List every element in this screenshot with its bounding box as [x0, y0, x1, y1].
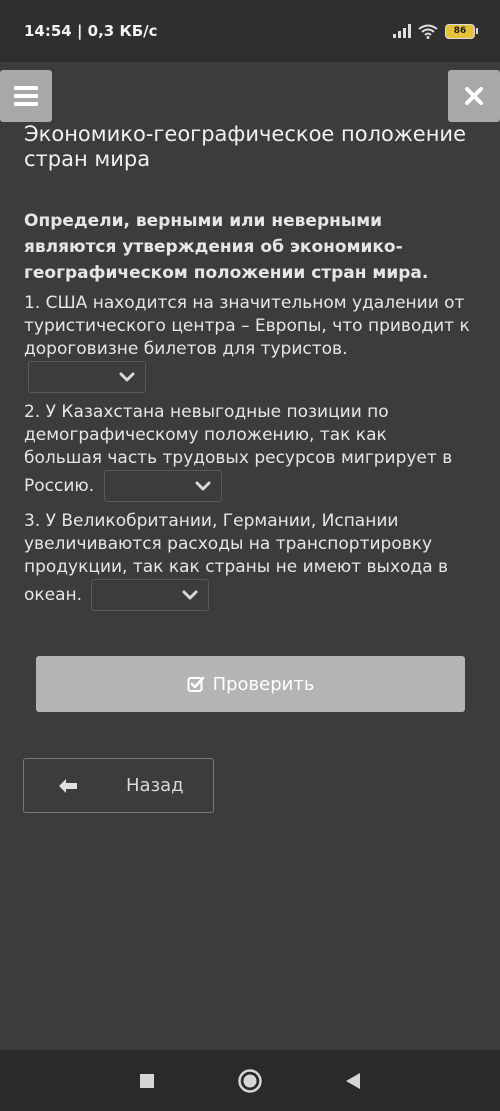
hamburger-icon	[14, 86, 38, 106]
statement-text: 2. У Казахстана невыгодные позиции по де…	[24, 402, 453, 496]
task-content: Определи, верными или неверными являются…	[24, 208, 470, 619]
statement-text: 1. США находится на значительном удалени…	[24, 293, 470, 359]
recents-icon[interactable]	[139, 1073, 155, 1089]
checkbox-check-icon	[187, 676, 204, 692]
battery-icon: 86	[445, 23, 475, 39]
back-button[interactable]: Назад	[23, 758, 214, 813]
statement-text: 3. У Великобритании, Германии, Испании у…	[24, 511, 449, 605]
statement-2: 2. У Казахстана невыгодные позиции по де…	[24, 401, 470, 502]
statement-3: 3. У Великобритании, Германии, Испании у…	[24, 510, 470, 611]
chevron-down-icon	[195, 481, 211, 491]
status-time-speed: 14:54 | 0,3 КБ/с	[24, 22, 158, 40]
close-button[interactable]	[448, 70, 500, 122]
check-button-label: Проверить	[212, 673, 315, 695]
status-bar: 14:54 | 0,3 КБ/с 86	[0, 0, 500, 62]
check-button[interactable]: Проверить	[36, 656, 465, 712]
back-nav-icon[interactable]	[345, 1072, 361, 1090]
page-title: Экономико-географическое положение стран…	[24, 122, 466, 171]
wifi-icon	[418, 24, 438, 39]
answer-select-3[interactable]	[91, 579, 210, 611]
task-instruction: Определи, верными или неверными являются…	[24, 211, 429, 283]
close-icon	[465, 87, 483, 105]
system-nav-bar	[0, 1050, 500, 1111]
signal-icon	[393, 24, 411, 38]
chevron-down-icon	[182, 590, 198, 600]
answer-select-1[interactable]	[28, 361, 146, 393]
menu-button[interactable]	[0, 70, 52, 122]
answer-select-2[interactable]	[103, 470, 222, 502]
back-button-label: Назад	[126, 775, 184, 796]
arrow-left-icon	[58, 778, 82, 794]
statement-1: 1. США находится на значительном удалени…	[24, 292, 470, 393]
home-icon[interactable]	[237, 1068, 263, 1094]
chevron-down-icon	[119, 372, 135, 382]
battery-tip	[476, 28, 478, 34]
status-icons: 86	[393, 23, 478, 39]
